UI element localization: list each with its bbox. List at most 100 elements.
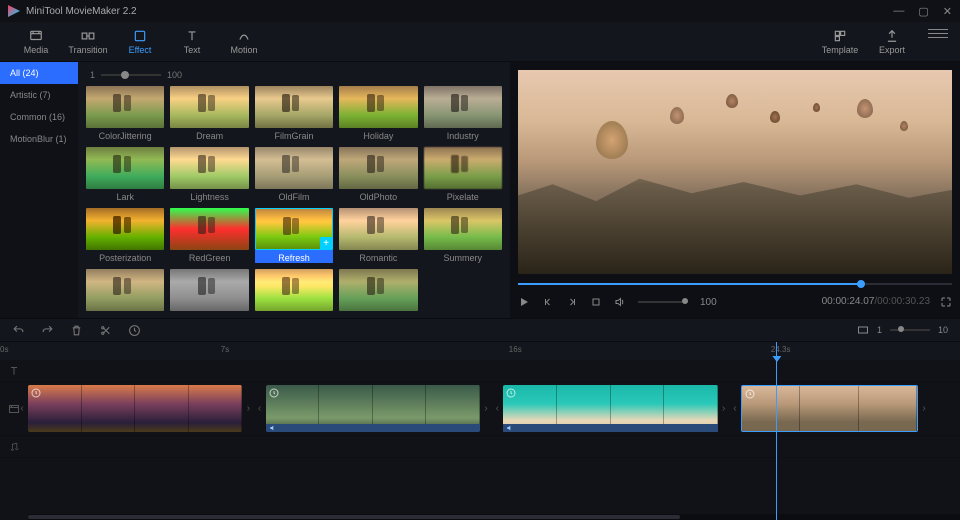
timeline-ruler[interactable]: 0s7s16s24.3s30.9s — [0, 342, 960, 360]
effect-item-16[interactable] — [170, 269, 248, 314]
effect-refresh[interactable]: +Refresh — [255, 208, 333, 263]
audio-icon — [506, 424, 514, 432]
preview-seekbar[interactable] — [518, 280, 952, 288]
effect-item-18[interactable] — [339, 269, 417, 314]
minimize-button[interactable]: ― — [893, 5, 904, 18]
thumbnail-size-slider[interactable]: 1 100 — [82, 68, 506, 86]
media-icon — [29, 29, 43, 43]
video-clip-2[interactable] — [503, 385, 717, 432]
main-toolbar: Media Transition Effect Text Motion Temp… — [0, 22, 960, 62]
fit-timeline-icon[interactable] — [857, 324, 869, 336]
category-artistic[interactable]: Artistic (7) — [0, 84, 78, 106]
redo-button[interactable] — [41, 324, 54, 337]
fullscreen-button[interactable] — [940, 296, 952, 308]
text-track-icon — [8, 365, 20, 377]
category-common[interactable]: Common (16) — [0, 106, 78, 128]
effects-grid: ColorJitteringDreamFilmGrainHolidayIndus… — [82, 86, 506, 314]
clip-edge-right[interactable]: › — [243, 385, 253, 432]
timecode: 00:00:24.07/00:00:30.23 — [822, 296, 930, 308]
clip-edge-left[interactable]: ‹ — [492, 385, 502, 432]
text-tab[interactable]: Text — [168, 24, 216, 60]
video-clip-3[interactable] — [741, 385, 918, 432]
zoom-max: 10 — [938, 325, 948, 335]
video-clip-0[interactable] — [28, 385, 242, 432]
category-motionblur[interactable]: MotionBlur (1) — [0, 128, 78, 150]
video-track[interactable]: ‹›‹›‹›‹› — [0, 382, 960, 436]
effect-colorjittering[interactable]: ColorJittering — [86, 86, 164, 141]
text-icon — [185, 29, 199, 43]
app-title: MiniTool MovieMaker 2.2 — [26, 6, 137, 17]
effect-oldphoto[interactable]: OldPhoto — [339, 147, 417, 202]
balloon-decor — [596, 121, 628, 159]
speed-indicator-icon — [505, 387, 517, 399]
effect-pixelate[interactable]: Pixelate — [424, 147, 502, 202]
timeline: 0s7s16s24.3s30.9s ‹›‹›‹›‹› — [0, 342, 960, 520]
clip-edge-right[interactable]: › — [481, 385, 491, 432]
prev-frame-button[interactable] — [542, 296, 554, 308]
speed-indicator-icon — [744, 388, 756, 400]
template-button[interactable]: Template — [816, 24, 864, 60]
clip-audio-strip — [266, 424, 480, 432]
clip-edge-left[interactable]: ‹ — [730, 385, 740, 432]
effect-tab[interactable]: Effect — [116, 24, 164, 60]
effect-icon — [133, 29, 147, 43]
close-button[interactable]: ✕ — [943, 5, 952, 18]
preview-video[interactable] — [518, 70, 952, 274]
volume-value: 100 — [700, 297, 717, 308]
speed-indicator-icon — [268, 387, 280, 399]
titlebar: MiniTool MovieMaker 2.2 ― ▢ ✕ — [0, 0, 960, 22]
text-track[interactable] — [0, 360, 960, 382]
clip-edge-right[interactable]: › — [919, 385, 929, 432]
video-clip-1[interactable] — [266, 385, 480, 432]
edit-toolbar: 1 10 — [0, 318, 960, 342]
export-icon — [885, 29, 899, 43]
effect-item-17[interactable] — [255, 269, 333, 314]
effect-industry[interactable]: Industry — [424, 86, 502, 141]
media-tab[interactable]: Media — [12, 24, 60, 60]
clip-edge-right[interactable]: › — [719, 385, 729, 432]
app-logo-icon — [8, 5, 20, 17]
timeline-scrollbar[interactable] — [28, 514, 960, 520]
zoom-min: 1 — [877, 325, 882, 335]
volume-slider[interactable] — [638, 301, 688, 303]
zoom-slider[interactable] — [890, 329, 930, 331]
clip-audio-strip — [503, 424, 717, 432]
effect-lark[interactable]: Lark — [86, 147, 164, 202]
speed-indicator-icon — [30, 387, 42, 399]
volume-icon[interactable] — [614, 296, 626, 308]
effect-summery[interactable]: Summery — [424, 208, 502, 263]
transition-icon — [81, 29, 95, 43]
delete-button[interactable] — [70, 324, 83, 337]
effect-posterization[interactable]: Posterization — [86, 208, 164, 263]
template-icon — [833, 29, 847, 43]
split-button[interactable] — [99, 324, 112, 337]
effect-redgreen[interactable]: RedGreen — [170, 208, 248, 263]
speed-button[interactable] — [128, 324, 141, 337]
audio-track-icon — [8, 441, 20, 453]
effect-holiday[interactable]: Holiday — [339, 86, 417, 141]
audio-track[interactable] — [0, 436, 960, 458]
preview-panel: 100 00:00:24.07/00:00:30.23 — [510, 62, 960, 318]
undo-button[interactable] — [12, 324, 25, 337]
menu-button[interactable] — [928, 24, 948, 44]
motion-tab[interactable]: Motion — [220, 24, 268, 60]
transition-tab[interactable]: Transition — [64, 24, 112, 60]
play-button[interactable] — [518, 296, 530, 308]
effect-lightness[interactable]: Lightness — [170, 147, 248, 202]
effect-oldfilm[interactable]: OldFilm — [255, 147, 333, 202]
effect-item-15[interactable] — [86, 269, 164, 314]
effect-romantic[interactable]: Romantic — [339, 208, 417, 263]
export-button[interactable]: Export — [868, 24, 916, 60]
effect-filmgrain[interactable]: FilmGrain — [255, 86, 333, 141]
motion-icon — [237, 29, 251, 43]
add-effect-icon[interactable]: + — [320, 237, 332, 249]
playhead[interactable] — [776, 342, 777, 520]
effect-dream[interactable]: Dream — [170, 86, 248, 141]
next-frame-button[interactable] — [566, 296, 578, 308]
clip-edge-left[interactable]: ‹ — [17, 385, 27, 432]
clip-edge-left[interactable]: ‹ — [255, 385, 265, 432]
category-all[interactable]: All (24) — [0, 62, 78, 84]
stop-button[interactable] — [590, 296, 602, 308]
maximize-button[interactable]: ▢ — [918, 5, 928, 18]
category-sidebar: All (24)Artistic (7)Common (16)MotionBlu… — [0, 62, 78, 318]
